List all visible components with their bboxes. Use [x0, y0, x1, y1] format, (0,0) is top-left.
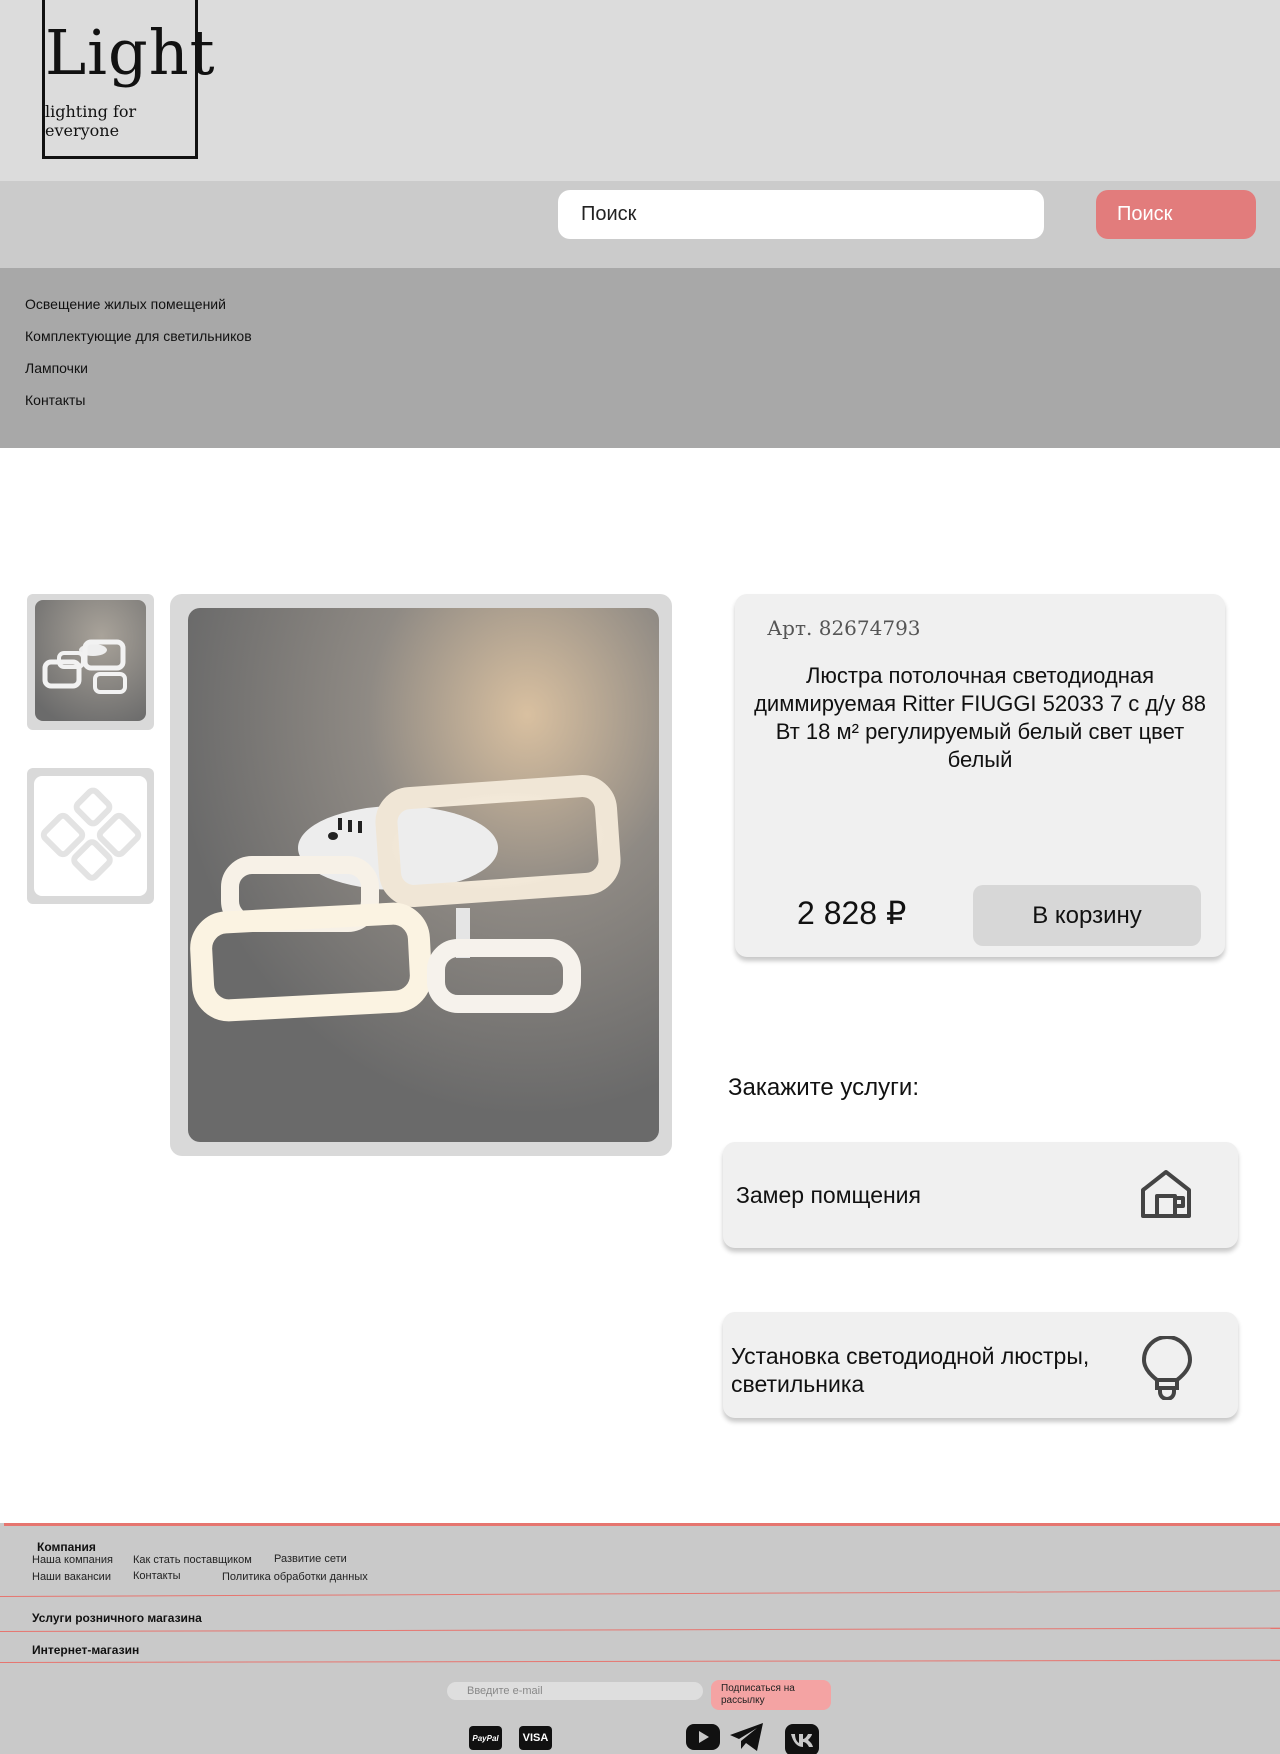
thumbnail-diagram: [34, 776, 147, 896]
subscribe-button[interactable]: Подписаться на рассылку: [711, 1680, 831, 1710]
logo-wordmark: Light: [45, 16, 216, 89]
house-icon: [1139, 1168, 1193, 1225]
search-bar: Поиск: [0, 181, 1280, 268]
product-price: 2 828 ₽: [797, 895, 907, 931]
youtube-icon[interactable]: [686, 1724, 720, 1754]
footer-link-become-supplier[interactable]: Как стать поставщиком: [133, 1554, 252, 1566]
search-button[interactable]: Поиск: [1096, 190, 1256, 239]
thumbnail-photo: [35, 600, 146, 721]
service-label: Замер помщения: [736, 1182, 921, 1208]
header: Light lighting for everyone: [0, 0, 1280, 181]
logo-tagline: lighting for everyone: [45, 102, 137, 140]
main-photo-frame: [170, 594, 672, 1156]
footer-link-vacancies[interactable]: Наши вакансии: [32, 1571, 111, 1583]
product-thumbnail-1[interactable]: [27, 594, 154, 730]
service-measurement-card[interactable]: Замер помщения: [723, 1142, 1238, 1248]
telegram-icon[interactable]: [729, 1722, 765, 1754]
footer-online-shop-heading[interactable]: Интернет-магазин: [32, 1643, 139, 1657]
footer-divider: [0, 1659, 1280, 1663]
product-title: Люстра потолочная светодиодная диммируем…: [754, 663, 1206, 772]
service-installation-card[interactable]: Установка светодиодной люстры, светильни…: [723, 1312, 1238, 1418]
footer-link-network-development[interactable]: Развитие сети: [274, 1553, 347, 1565]
product-card: Арт. 82674793 Люстра потолочная светодио…: [735, 594, 1225, 957]
services-heading: Закажите услуги:: [728, 1074, 919, 1101]
product-main-photo[interactable]: [188, 608, 659, 1142]
footer-retail-services-heading[interactable]: Услуги розничного магазина: [32, 1611, 202, 1625]
footer-link-contacts[interactable]: Контакты: [133, 1570, 181, 1582]
nav-item-residential-lighting[interactable]: Освещение жилых помещений: [25, 296, 226, 312]
search-input[interactable]: [558, 190, 1044, 239]
nav-item-components[interactable]: Комплектующие для светильников: [25, 328, 252, 344]
lightbulb-icon: [1140, 1335, 1194, 1405]
footer-link-our-company[interactable]: Наша компания: [32, 1554, 113, 1566]
visa-badge: VISA: [519, 1726, 552, 1750]
footer-divider: [0, 1627, 1280, 1632]
footer: Компания Наша компания Как стать поставщ…: [0, 1523, 1280, 1754]
service-label: Установка светодиодной люстры, светильни…: [731, 1343, 1090, 1397]
footer-divider: [4, 1523, 1280, 1526]
email-input[interactable]: [447, 1682, 703, 1700]
nav-item-bulbs[interactable]: Лампочки: [25, 360, 88, 376]
vk-icon[interactable]: [785, 1724, 819, 1754]
category-nav: Освещение жилых помещений Комплектующие …: [0, 268, 1280, 448]
nav-item-contacts[interactable]: Контакты: [25, 392, 85, 408]
footer-company-heading: Компания: [37, 1540, 96, 1554]
logo[interactable]: Light lighting for everyone: [42, 0, 215, 159]
paypal-badge: PayPal: [469, 1726, 502, 1750]
footer-link-privacy-policy[interactable]: Политика обработки данных: [222, 1571, 368, 1583]
article-number: Арт. 82674793: [767, 616, 921, 640]
footer-divider: [0, 1590, 1280, 1597]
product-thumbnail-2[interactable]: [27, 768, 154, 904]
add-to-cart-button[interactable]: В корзину: [973, 885, 1201, 946]
